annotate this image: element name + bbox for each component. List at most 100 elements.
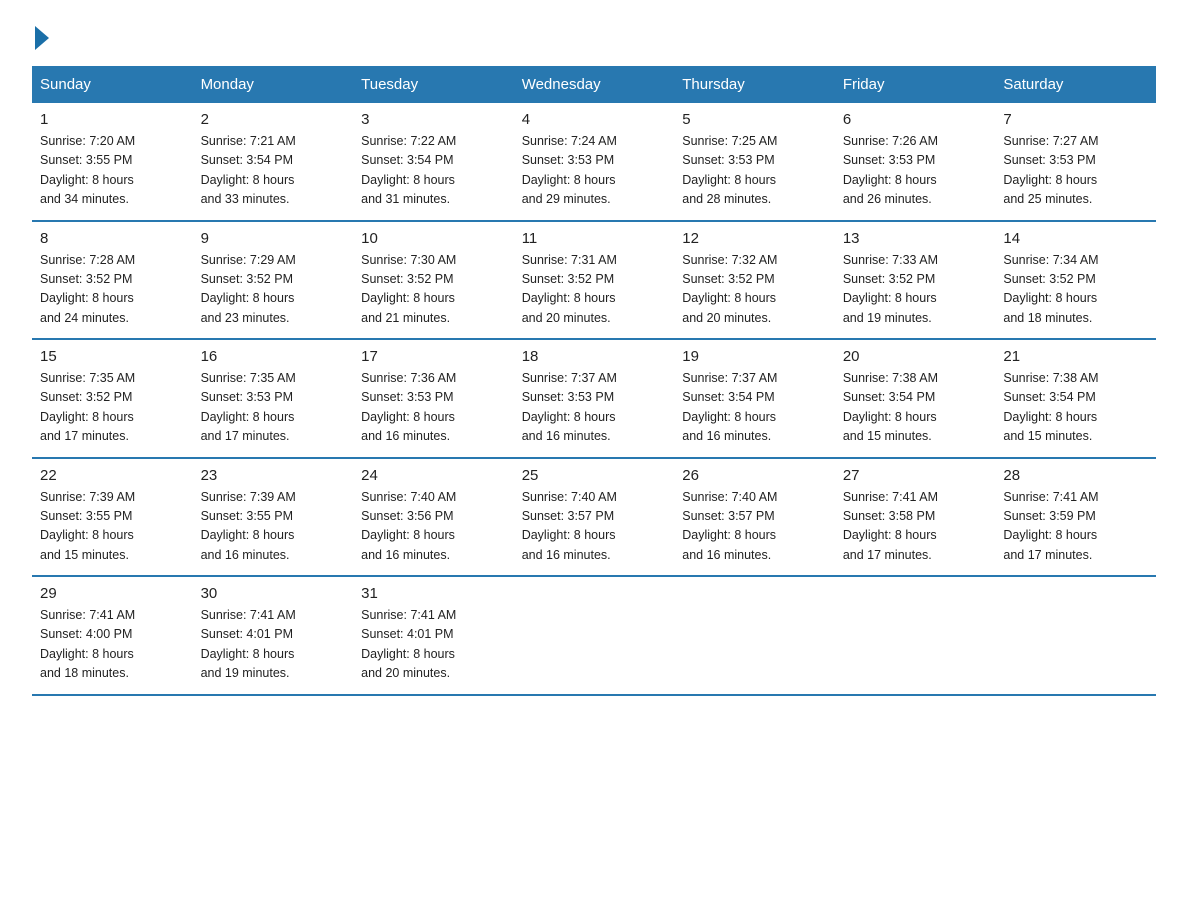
day-number: 6 <box>843 111 988 128</box>
day-info: Sunrise: 7:24 AM Sunset: 3:53 PM Dayligh… <box>522 132 667 210</box>
header-thursday: Thursday <box>674 66 835 103</box>
day-info: Sunrise: 7:29 AM Sunset: 3:52 PM Dayligh… <box>201 251 346 329</box>
header-saturday: Saturday <box>995 66 1156 103</box>
day-info: Sunrise: 7:38 AM Sunset: 3:54 PM Dayligh… <box>1003 369 1148 447</box>
header-wednesday: Wednesday <box>514 66 675 103</box>
day-number: 25 <box>522 467 667 484</box>
day-number: 5 <box>682 111 827 128</box>
day-number: 7 <box>1003 111 1148 128</box>
day-info: Sunrise: 7:33 AM Sunset: 3:52 PM Dayligh… <box>843 251 988 329</box>
day-info: Sunrise: 7:35 AM Sunset: 3:52 PM Dayligh… <box>40 369 185 447</box>
day-info: Sunrise: 7:30 AM Sunset: 3:52 PM Dayligh… <box>361 251 506 329</box>
calendar-cell: 25 Sunrise: 7:40 AM Sunset: 3:57 PM Dayl… <box>514 458 675 577</box>
day-number: 30 <box>201 585 346 602</box>
calendar-cell: 14 Sunrise: 7:34 AM Sunset: 3:52 PM Dayl… <box>995 221 1156 340</box>
calendar-cell <box>835 576 996 695</box>
day-number: 27 <box>843 467 988 484</box>
day-info: Sunrise: 7:21 AM Sunset: 3:54 PM Dayligh… <box>201 132 346 210</box>
day-number: 10 <box>361 230 506 247</box>
calendar-cell: 9 Sunrise: 7:29 AM Sunset: 3:52 PM Dayli… <box>193 221 354 340</box>
day-number: 22 <box>40 467 185 484</box>
day-number: 19 <box>682 348 827 365</box>
logo-arrow-icon <box>35 26 49 50</box>
day-info: Sunrise: 7:32 AM Sunset: 3:52 PM Dayligh… <box>682 251 827 329</box>
calendar-cell: 24 Sunrise: 7:40 AM Sunset: 3:56 PM Dayl… <box>353 458 514 577</box>
calendar-cell: 23 Sunrise: 7:39 AM Sunset: 3:55 PM Dayl… <box>193 458 354 577</box>
header-friday: Friday <box>835 66 996 103</box>
logo <box>32 24 49 50</box>
day-info: Sunrise: 7:20 AM Sunset: 3:55 PM Dayligh… <box>40 132 185 210</box>
day-info: Sunrise: 7:36 AM Sunset: 3:53 PM Dayligh… <box>361 369 506 447</box>
day-number: 11 <box>522 230 667 247</box>
day-number: 3 <box>361 111 506 128</box>
day-info: Sunrise: 7:37 AM Sunset: 3:54 PM Dayligh… <box>682 369 827 447</box>
day-info: Sunrise: 7:41 AM Sunset: 4:01 PM Dayligh… <box>361 606 506 684</box>
day-info: Sunrise: 7:39 AM Sunset: 3:55 PM Dayligh… <box>40 488 185 566</box>
day-info: Sunrise: 7:37 AM Sunset: 3:53 PM Dayligh… <box>522 369 667 447</box>
day-info: Sunrise: 7:40 AM Sunset: 3:57 PM Dayligh… <box>522 488 667 566</box>
calendar-cell: 4 Sunrise: 7:24 AM Sunset: 3:53 PM Dayli… <box>514 103 675 221</box>
day-info: Sunrise: 7:39 AM Sunset: 3:55 PM Dayligh… <box>201 488 346 566</box>
day-info: Sunrise: 7:41 AM Sunset: 3:58 PM Dayligh… <box>843 488 988 566</box>
calendar-cell <box>514 576 675 695</box>
calendar-cell: 26 Sunrise: 7:40 AM Sunset: 3:57 PM Dayl… <box>674 458 835 577</box>
calendar-cell: 16 Sunrise: 7:35 AM Sunset: 3:53 PM Dayl… <box>193 339 354 458</box>
calendar-cell: 13 Sunrise: 7:33 AM Sunset: 3:52 PM Dayl… <box>835 221 996 340</box>
day-number: 20 <box>843 348 988 365</box>
day-number: 24 <box>361 467 506 484</box>
calendar-week-row: 1 Sunrise: 7:20 AM Sunset: 3:55 PM Dayli… <box>32 103 1156 221</box>
calendar-week-row: 8 Sunrise: 7:28 AM Sunset: 3:52 PM Dayli… <box>32 221 1156 340</box>
day-number: 1 <box>40 111 185 128</box>
day-number: 4 <box>522 111 667 128</box>
calendar-cell: 22 Sunrise: 7:39 AM Sunset: 3:55 PM Dayl… <box>32 458 193 577</box>
day-number: 8 <box>40 230 185 247</box>
calendar-cell: 18 Sunrise: 7:37 AM Sunset: 3:53 PM Dayl… <box>514 339 675 458</box>
calendar-cell: 21 Sunrise: 7:38 AM Sunset: 3:54 PM Dayl… <box>995 339 1156 458</box>
day-number: 2 <box>201 111 346 128</box>
calendar-cell: 3 Sunrise: 7:22 AM Sunset: 3:54 PM Dayli… <box>353 103 514 221</box>
calendar-week-row: 22 Sunrise: 7:39 AM Sunset: 3:55 PM Dayl… <box>32 458 1156 577</box>
header-monday: Monday <box>193 66 354 103</box>
calendar-cell: 17 Sunrise: 7:36 AM Sunset: 3:53 PM Dayl… <box>353 339 514 458</box>
day-info: Sunrise: 7:26 AM Sunset: 3:53 PM Dayligh… <box>843 132 988 210</box>
calendar-header-row: SundayMondayTuesdayWednesdayThursdayFrid… <box>32 66 1156 103</box>
calendar-cell: 20 Sunrise: 7:38 AM Sunset: 3:54 PM Dayl… <box>835 339 996 458</box>
calendar-cell: 28 Sunrise: 7:41 AM Sunset: 3:59 PM Dayl… <box>995 458 1156 577</box>
calendar-cell <box>674 576 835 695</box>
day-info: Sunrise: 7:41 AM Sunset: 4:00 PM Dayligh… <box>40 606 185 684</box>
day-number: 12 <box>682 230 827 247</box>
calendar-cell: 10 Sunrise: 7:30 AM Sunset: 3:52 PM Dayl… <box>353 221 514 340</box>
calendar-cell: 30 Sunrise: 7:41 AM Sunset: 4:01 PM Dayl… <box>193 576 354 695</box>
calendar-cell: 15 Sunrise: 7:35 AM Sunset: 3:52 PM Dayl… <box>32 339 193 458</box>
day-info: Sunrise: 7:40 AM Sunset: 3:56 PM Dayligh… <box>361 488 506 566</box>
day-info: Sunrise: 7:38 AM Sunset: 3:54 PM Dayligh… <box>843 369 988 447</box>
calendar-cell <box>995 576 1156 695</box>
calendar-cell: 11 Sunrise: 7:31 AM Sunset: 3:52 PM Dayl… <box>514 221 675 340</box>
calendar-week-row: 29 Sunrise: 7:41 AM Sunset: 4:00 PM Dayl… <box>32 576 1156 695</box>
calendar-cell: 29 Sunrise: 7:41 AM Sunset: 4:00 PM Dayl… <box>32 576 193 695</box>
day-info: Sunrise: 7:25 AM Sunset: 3:53 PM Dayligh… <box>682 132 827 210</box>
day-number: 26 <box>682 467 827 484</box>
day-number: 18 <box>522 348 667 365</box>
day-info: Sunrise: 7:34 AM Sunset: 3:52 PM Dayligh… <box>1003 251 1148 329</box>
day-number: 9 <box>201 230 346 247</box>
calendar-cell: 5 Sunrise: 7:25 AM Sunset: 3:53 PM Dayli… <box>674 103 835 221</box>
calendar-cell: 12 Sunrise: 7:32 AM Sunset: 3:52 PM Dayl… <box>674 221 835 340</box>
header-tuesday: Tuesday <box>353 66 514 103</box>
day-info: Sunrise: 7:22 AM Sunset: 3:54 PM Dayligh… <box>361 132 506 210</box>
calendar-cell: 8 Sunrise: 7:28 AM Sunset: 3:52 PM Dayli… <box>32 221 193 340</box>
day-number: 28 <box>1003 467 1148 484</box>
day-info: Sunrise: 7:41 AM Sunset: 3:59 PM Dayligh… <box>1003 488 1148 566</box>
day-number: 23 <box>201 467 346 484</box>
day-info: Sunrise: 7:35 AM Sunset: 3:53 PM Dayligh… <box>201 369 346 447</box>
day-info: Sunrise: 7:41 AM Sunset: 4:01 PM Dayligh… <box>201 606 346 684</box>
day-number: 29 <box>40 585 185 602</box>
day-number: 16 <box>201 348 346 365</box>
day-number: 31 <box>361 585 506 602</box>
calendar-cell: 6 Sunrise: 7:26 AM Sunset: 3:53 PM Dayli… <box>835 103 996 221</box>
day-number: 21 <box>1003 348 1148 365</box>
calendar-cell: 31 Sunrise: 7:41 AM Sunset: 4:01 PM Dayl… <box>353 576 514 695</box>
calendar-cell: 7 Sunrise: 7:27 AM Sunset: 3:53 PM Dayli… <box>995 103 1156 221</box>
day-number: 15 <box>40 348 185 365</box>
day-number: 14 <box>1003 230 1148 247</box>
